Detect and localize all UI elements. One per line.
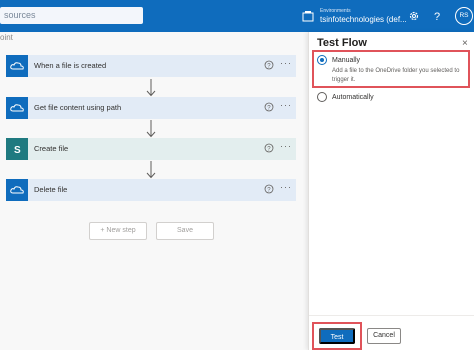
cloud-icon — [10, 186, 24, 194]
more-options-icon[interactable]: ··· — [280, 58, 292, 68]
test-flow-panel: Test Flow × Manually Add a file to the O… — [308, 32, 474, 350]
step-card-when-file-created[interactable]: When a file is created ? ··· — [6, 55, 296, 77]
radio-manually[interactable] — [317, 55, 327, 65]
step-card-create-file[interactable]: S Create file ? ··· — [6, 138, 296, 160]
close-icon[interactable]: × — [462, 38, 468, 49]
save-button[interactable]: Save — [156, 222, 214, 240]
settings-icon[interactable] — [408, 10, 420, 22]
step-title: When a file is created — [34, 61, 107, 70]
cloud-icon — [10, 62, 24, 70]
test-button[interactable]: Test — [319, 328, 355, 344]
step-card-get-file-content[interactable]: Get file content using path ? ··· — [6, 97, 296, 119]
help-circle-icon[interactable]: ? — [264, 102, 274, 112]
help-circle-icon[interactable]: ? — [264, 60, 274, 70]
step-title: Create file — [34, 144, 69, 153]
cloud-icon — [10, 104, 24, 112]
cancel-button[interactable]: Cancel — [367, 328, 401, 344]
environment-icon[interactable] — [302, 10, 314, 22]
svg-text:S: S — [14, 145, 21, 155]
sharepoint-icon: S — [14, 145, 21, 155]
top-bar: sources Environments tsinfotechnologies … — [0, 0, 474, 32]
manual-description: Add a file to the OneDrive folder you se… — [332, 68, 460, 83]
help-circle-icon[interactable]: ? — [264, 184, 274, 194]
arrow-down-icon — [146, 161, 156, 179]
panel-footer-divider — [309, 315, 474, 316]
step-title: Delete file — [34, 185, 68, 194]
radio-label-automatically: Automatically — [332, 94, 374, 101]
more-options-icon[interactable]: ··· — [280, 100, 292, 110]
arrow-down-icon — [146, 120, 156, 138]
help-icon[interactable]: ? — [431, 10, 443, 22]
more-options-icon[interactable]: ··· — [280, 182, 292, 192]
radio-automatically[interactable] — [317, 92, 327, 102]
more-options-icon[interactable]: ··· — [280, 141, 292, 151]
step-title: Get file content using path — [34, 103, 122, 112]
radio-label-manually: Manually — [332, 57, 361, 64]
environment-label: Environments — [320, 8, 351, 14]
environment-value: tsinfotechnologies (def... — [320, 15, 407, 24]
svg-text:?: ? — [434, 11, 440, 22]
new-step-button[interactable]: + New step — [89, 222, 147, 240]
breadcrumb: oint — [0, 33, 13, 42]
search-placeholder: sources — [4, 10, 36, 20]
help-circle-icon[interactable]: ? — [264, 143, 274, 153]
step-card-delete-file[interactable]: Delete file ? ··· — [6, 179, 296, 201]
avatar[interactable]: RS — [455, 7, 473, 25]
search-box[interactable]: sources — [0, 7, 143, 24]
panel-title: Test Flow — [317, 37, 367, 49]
arrow-down-icon — [146, 79, 156, 97]
